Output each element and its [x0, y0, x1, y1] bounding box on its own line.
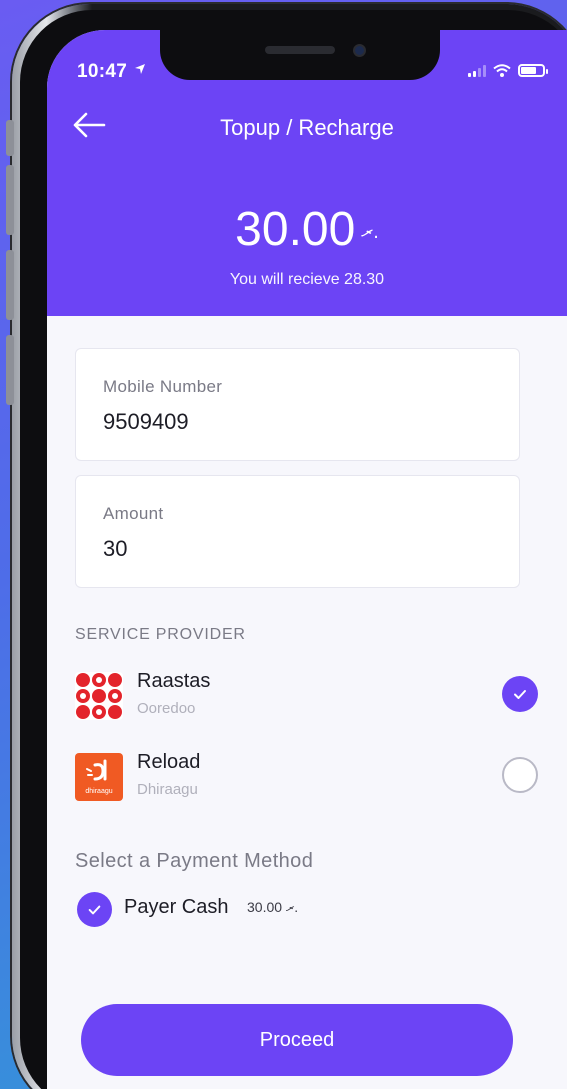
signal-icon — [468, 64, 486, 77]
status-time: 10:47 — [77, 61, 128, 82]
amount-label: Amount — [103, 504, 164, 523]
provider-name: Raastas — [137, 670, 211, 692]
provider-raastas[interactable]: Raastas Ooredoo — [75, 670, 538, 722]
ooredoo-logo-icon — [75, 672, 123, 720]
payment-method-label: Select a Payment Method — [75, 850, 314, 872]
payment-method-name: Payer Cash — [124, 896, 229, 918]
phone-notch — [160, 30, 440, 80]
camera-icon — [353, 44, 366, 57]
page-title: Topup / Recharge — [220, 115, 394, 140]
payment-amount-value: 30.00 — [247, 899, 283, 915]
mobile-number-field[interactable]: Mobile Number — [75, 348, 520, 461]
payment-amount: 30.00 ރ. — [247, 899, 298, 916]
check-icon — [88, 905, 101, 915]
payment-currency-symbol: ރ. — [285, 899, 299, 915]
amount-input[interactable] — [103, 536, 483, 562]
proceed-button[interactable]: Proceed — [81, 1004, 513, 1076]
speaker-grille — [265, 46, 335, 54]
payment-radio-selected[interactable] — [77, 892, 112, 927]
wifi-icon — [493, 64, 511, 77]
provider-radio-unselected[interactable] — [502, 757, 538, 793]
location-arrow-icon — [134, 62, 146, 78]
mobile-number-input[interactable] — [103, 409, 483, 435]
provider-radio-selected[interactable] — [502, 676, 538, 712]
provider-name: Reload — [137, 751, 201, 773]
phone-side-button — [6, 335, 14, 405]
payment-method-payer-cash[interactable]: Payer Cash 30.00 ރ. — [77, 890, 377, 930]
service-provider-label: SERVICE PROVIDER — [75, 626, 246, 643]
amount-value: 30.00 — [235, 203, 356, 256]
provider-sub: Dhiraagu — [137, 781, 198, 798]
receive-text: You will recieve 28.30 — [229, 271, 385, 288]
currency-symbol: ރ. — [361, 220, 379, 243]
dhiraagu-logo-text: dhiraagu — [85, 788, 112, 795]
amount-display: 30.00 ރ. — [47, 202, 567, 257]
check-icon — [514, 690, 526, 699]
mobile-number-label: Mobile Number — [103, 377, 223, 396]
battery-icon — [518, 64, 548, 77]
provider-reload[interactable]: dhiraagu Reload Dhiraagu — [75, 751, 538, 803]
app-screen: 10:47 Topup / Recharge 30.00 ރ. You will… — [47, 30, 567, 1089]
dhiraagu-logo-icon: dhiraagu — [75, 753, 123, 801]
status-icons — [468, 64, 548, 77]
provider-sub: Ooredoo — [137, 700, 196, 717]
phone-side-button — [6, 250, 14, 320]
amount-field[interactable]: Amount — [75, 475, 520, 588]
phone-side-button — [6, 120, 14, 156]
phone-side-button — [6, 165, 14, 235]
